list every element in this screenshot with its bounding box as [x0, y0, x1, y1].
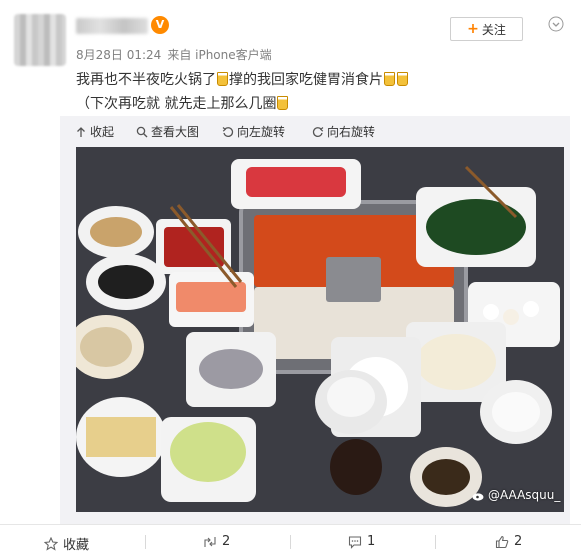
- collapse-button[interactable]: 收起: [75, 123, 114, 140]
- hotpot-photo[interactable]: [76, 147, 564, 512]
- post-text-line2: （下次再吃就 就先走上那么几圈: [76, 96, 277, 112]
- beer-emoji-icon: [277, 96, 289, 110]
- avatar[interactable]: [14, 14, 66, 66]
- repost-button[interactable]: 2: [203, 534, 230, 549]
- weibo-post-card: V 8月28日 01:24 来自 iPhone客户端 + 关注 我再也不半夜吃火锅…: [0, 0, 581, 558]
- rotate-left-label: 向左旋转: [237, 125, 286, 139]
- favorite-label: 收藏: [63, 538, 90, 553]
- repost-count: 2: [222, 534, 231, 549]
- favorite-button[interactable]: 收藏: [44, 534, 89, 553]
- comment-count: 1: [367, 534, 376, 549]
- post-text-part1: 我再也不半夜吃火锅了: [76, 72, 216, 88]
- post-text: 我再也不半夜吃火锅了 撑的我回家吃健胃消食片 （下次再吃就 就先走上那么几圈: [76, 68, 546, 116]
- username-blurred[interactable]: [76, 18, 148, 34]
- beer-emoji-icon: [397, 72, 408, 86]
- action-divider: [145, 535, 146, 549]
- rotate-left-button[interactable]: 向左旋转: [222, 123, 285, 140]
- media-toolbar: 收起 查看大图 向左旋转 向右旋转: [60, 116, 570, 146]
- beer-emoji-icon: [384, 72, 395, 86]
- collapse-icon: [77, 126, 85, 137]
- plus-icon: +: [467, 21, 479, 37]
- view-large-button[interactable]: 查看大图: [136, 123, 199, 140]
- follow-label: 关注: [481, 22, 506, 37]
- follow-button[interactable]: + 关注: [450, 17, 523, 41]
- like-button[interactable]: 2: [495, 534, 522, 549]
- watermark-text: @AAAsquu_: [488, 488, 561, 502]
- rotate-right-label: 向右旋转: [327, 125, 376, 139]
- post-source: 来自 iPhone客户端: [167, 48, 272, 62]
- action-divider: [435, 535, 436, 549]
- collapse-label: 收起: [90, 125, 115, 139]
- post-text-part2: 撑的我回家吃健胃消食片: [229, 72, 383, 88]
- view-large-label: 查看大图: [151, 125, 200, 139]
- like-count: 2: [514, 534, 523, 549]
- magnifier-icon: [136, 126, 148, 137]
- post-meta: 8月28日 01:24 来自 iPhone客户端: [76, 46, 272, 63]
- thumbs-up-icon: [495, 535, 509, 548]
- action-divider: [290, 535, 291, 549]
- rotate-right-icon: [312, 126, 324, 137]
- chevron-down-icon[interactable]: [548, 16, 564, 32]
- vip-badge-icon: V: [151, 16, 169, 34]
- star-icon: [44, 536, 58, 551]
- post-date[interactable]: 8月28日 01:24: [76, 48, 161, 62]
- action-bar: 收藏 2 1 2: [0, 524, 581, 558]
- comment-button[interactable]: 1: [348, 534, 375, 549]
- repost-icon: [204, 536, 216, 547]
- rotate-left-icon: [222, 126, 234, 137]
- beer-emoji-icon: [217, 72, 228, 86]
- photo-watermark: @AAAsquu_: [472, 488, 560, 502]
- rotate-right-button[interactable]: 向右旋转: [312, 123, 375, 140]
- weibo-logo-icon: [472, 492, 484, 501]
- comment-icon: [348, 535, 362, 549]
